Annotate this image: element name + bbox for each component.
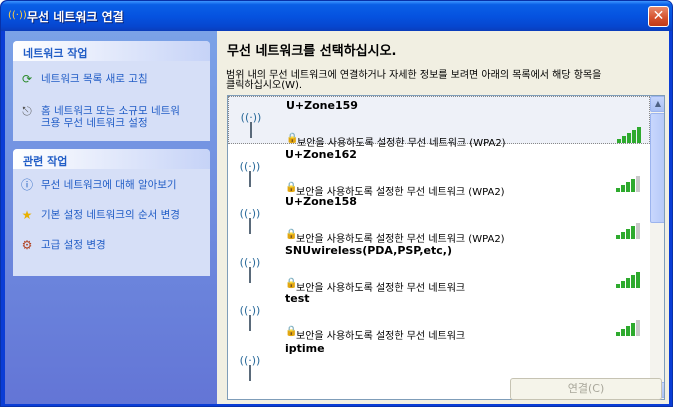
network-setup-icon: ⎋ (22, 104, 32, 118)
related-tasks-heading: 관련 작업 (13, 149, 210, 169)
related-tasks-panel: 관련 작업 ⓘ 무선 네트워크에 대해 알아보기 ★ 기본 설정 네트워크의 순… (13, 149, 210, 276)
lock-icon: 🔒 (286, 133, 299, 144)
wireless-signal-icon: ((·)) (241, 111, 261, 138)
window-title: 무선 네트워크 연결 (27, 10, 124, 24)
close-button[interactable]: ✕ (648, 6, 669, 27)
lock-icon: 🔒 (285, 326, 298, 337)
wireless-signal-icon: ((·)) (240, 354, 260, 381)
network-list[interactable]: ((·)) U+Zone159 🔒 보안을 사용하도록 설정한 무선 네트워크 … (227, 95, 665, 400)
settings-icon: ⚙ (21, 238, 33, 252)
network-tasks-heading: 네트워크 작업 (13, 41, 210, 61)
network-ssid: U+Zone162 (285, 148, 357, 161)
wireless-icon: ((·)) (8, 10, 27, 21)
network-item-uzone158[interactable]: ((·)) U+Zone158 🔒 보안을 사용하도록 설정한 무선 네트워크 … (228, 193, 650, 245)
signal-strength-icon (616, 176, 640, 192)
network-ssid: test (285, 292, 310, 305)
lock-icon: 🔒 (285, 182, 298, 193)
scroll-up-button[interactable]: ▲ (650, 96, 664, 112)
star-icon: ★ (21, 208, 33, 222)
page-title: 무선 네트워크를 선택하십시오. (227, 44, 397, 59)
signal-strength-icon (616, 223, 640, 239)
signal-strength-icon (617, 127, 641, 143)
main-content: 무선 네트워크를 선택하십시오. 범위 내의 무선 네트워크에 연결하거나 자세… (217, 31, 669, 404)
wireless-signal-icon: ((·)) (240, 207, 260, 234)
network-item-test[interactable]: ((·)) test 🔒 보안을 사용하도록 설정한 무선 네트워크 (228, 290, 650, 342)
wireless-signal-icon: ((·)) (240, 256, 260, 283)
signal-strength-icon (616, 320, 640, 336)
wireless-connection-window: ((·)) 무선 네트워크 연결 ✕ 네트워크 작업 ⟳ 네트워크 목록 새로 … (0, 0, 673, 407)
info-icon: ⓘ (20, 178, 33, 192)
refresh-icon: ⟳ (21, 72, 33, 86)
network-item-uzone162[interactable]: ((·)) U+Zone162 🔒 보안을 사용하도록 설정한 무선 네트워크 … (228, 146, 650, 198)
network-ssid: U+Zone158 (285, 195, 357, 208)
lock-icon: 🔒 (285, 278, 298, 289)
title-bar[interactable]: ((·)) 무선 네트워크 연결 ✕ (1, 1, 672, 31)
instructions: 범위 내의 무선 네트워크에 연결하거나 자세한 정보를 보려면 아래의 목록에… (226, 70, 602, 91)
signal-strength-icon (616, 272, 640, 288)
main-pane: 무선 네트워크를 선택하십시오. 범위 내의 무선 네트워크에 연결하거나 자세… (217, 31, 669, 404)
wireless-signal-icon: ((·)) (240, 160, 260, 187)
connect-button[interactable]: 연결(C) (510, 378, 662, 400)
scroll-thumb[interactable] (650, 113, 664, 223)
network-ssid: iptime (285, 342, 325, 355)
list-scrollbar[interactable]: ▲ ▼ (650, 96, 664, 399)
network-ssid: U+Zone159 (286, 99, 358, 112)
task-sidebar: 네트워크 작업 ⟳ 네트워크 목록 새로 고침 ⎋ 홈 네트워크 또는 소규모 … (5, 31, 217, 404)
lock-icon: 🔒 (285, 229, 298, 240)
network-ssid: SNUwireless(PDA,PSP,etc,) (285, 244, 452, 257)
wireless-signal-icon: ((·)) (240, 304, 260, 331)
network-item-uzone159[interactable]: ((·)) U+Zone159 🔒 보안을 사용하도록 설정한 무선 네트워크 … (228, 96, 650, 149)
network-tasks-panel: 네트워크 작업 ⟳ 네트워크 목록 새로 고침 ⎋ 홈 네트워크 또는 소규모 … (13, 41, 210, 141)
network-item-snuwireless[interactable]: ((·)) SNUwireless(PDA,PSP,etc,) 🔒 보안을 사용… (228, 242, 650, 294)
